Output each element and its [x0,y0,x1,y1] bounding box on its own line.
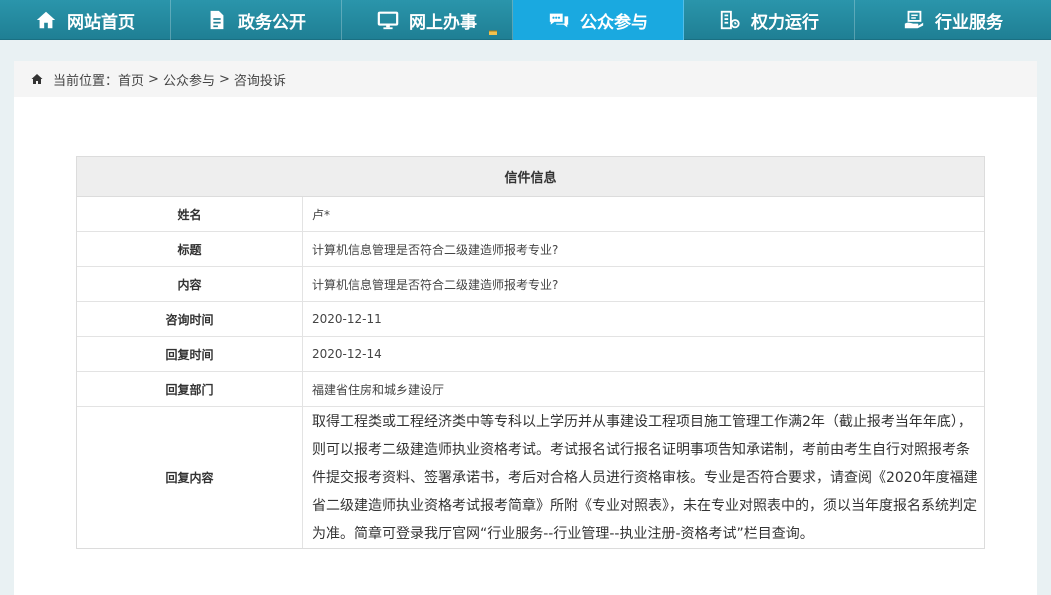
letter-table-title: 信件信息 [77,157,984,197]
row-value-reply-content: 取得工程类或工程经济类中等专科以上学历并从事建设工程项目施工管理工作满2年（截止… [312,413,978,542]
table-row: 标题 计算机信息管理是否符合二级建造师报考专业? [77,232,984,267]
chat-icon [548,9,570,31]
breadcrumb-prefix: 当前位置： [53,73,119,89]
nav-item-industry-service[interactable]: 行业服务 [855,0,1051,40]
nav-item-home[interactable]: 网站首页 [0,0,171,40]
row-label-reply-department: 回复部门 [77,372,303,406]
row-label-content: 内容 [77,267,303,301]
nav-item-label: 权力运行 [751,12,819,33]
main-nav: 网站首页 政务公开 网上办事 公众参与 权力运行 行业服务 [0,0,1051,40]
table-row: 姓名 卢* [77,197,984,232]
row-label-title: 标题 [77,232,303,266]
nav-item-gov-affairs[interactable]: 政务公开 [171,0,342,40]
breadcrumb-item-participation[interactable]: 公众参与 [163,70,215,89]
row-label-reply-time: 回复时间 [77,337,303,371]
row-value-inquiry-time: 2020-12-11 [312,312,382,326]
breadcrumb-item-current: 咨询投诉 [233,73,286,89]
row-label-name: 姓名 [77,197,303,231]
nav-item-label: 行业服务 [935,12,1003,33]
row-value-reply-time: 2020-12-14 [312,347,382,361]
table-row: 回复部门 福建省住房和城乡建设厅 [77,372,984,407]
table-row: 咨询时间 2020-12-11 [77,302,984,337]
service-icon [903,9,925,31]
row-value-content: 计算机信息管理是否符合二级建造师报考专业? [312,277,559,292]
nav-item-label: 政务公开 [238,12,306,33]
nav-item-label: 网上办事 [409,12,477,33]
table-row: 内容 计算机信息管理是否符合二级建造师报考专业? [77,267,984,302]
nav-item-power-operation[interactable]: 权力运行 [684,0,855,40]
monitor-icon [377,9,399,31]
row-value-title: 计算机信息管理是否符合二级建造师报考专业? [312,242,559,257]
letter-info-table: 信件信息 姓名 卢* 标题 计算机信息管理是否符合二级建造师报考专业? 内容 计… [76,156,985,549]
nav-item-label: 网站首页 [67,12,135,33]
hand-cursor-icon [489,30,497,35]
nav-item-public-participation[interactable]: 公众参与 [513,0,684,40]
content-panel: 当前位置： 首页 > 公众参与 > 咨询投诉 信件信息 姓名 卢* 标题 计算机… [14,61,1037,595]
breadcrumb-item-home[interactable]: 首页 [118,70,144,89]
table-row: 回复内容 取得工程类或工程经济类中等专科以上学历并从事建设工程项目施工管理工作满… [77,407,984,548]
row-value-reply-department: 福建省住房和城乡建设厅 [312,382,445,397]
document-icon [206,9,228,31]
building-icon [719,9,741,31]
breadcrumb-separator: > [218,71,230,87]
row-label-inquiry-time: 咨询时间 [77,302,303,336]
row-label-reply-content: 回复内容 [77,407,303,548]
breadcrumb-separator: > [148,71,159,87]
breadcrumb: 当前位置： 首页 > 公众参与 > 咨询投诉 [14,61,1037,97]
home-icon [31,73,43,85]
nav-item-label: 公众参与 [580,12,648,33]
table-row: 回复时间 2020-12-14 [77,337,984,372]
home-icon [35,9,57,31]
row-value-name: 卢* [312,207,331,222]
